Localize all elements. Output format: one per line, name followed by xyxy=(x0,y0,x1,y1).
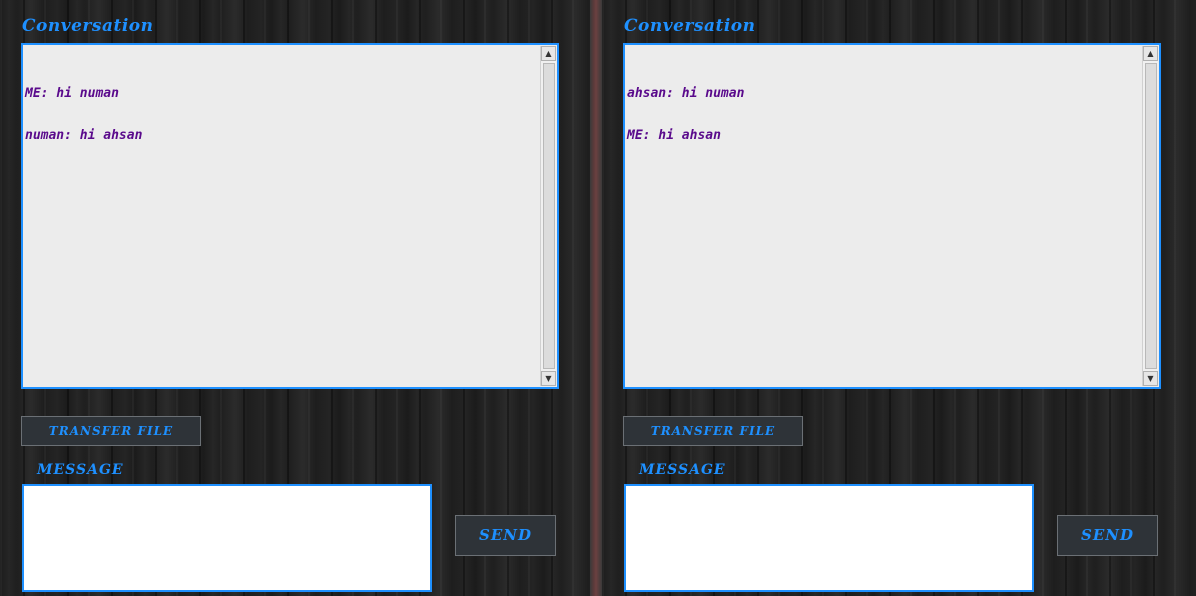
message-input[interactable] xyxy=(624,484,1034,592)
transfer-file-button[interactable]: TRANSFER FILE xyxy=(623,416,803,446)
conversation-log[interactable]: ME: hi numan numan: hi ahsan ▲ ▼ xyxy=(21,43,559,389)
message-line: numan: hi ahsan xyxy=(25,128,143,143)
transfer-file-button[interactable]: TRANSFER FILE xyxy=(21,416,201,446)
send-button[interactable]: SEND xyxy=(455,515,556,556)
chat-window-left: Conversation ME: hi numan numan: hi ahsa… xyxy=(0,0,590,596)
conversation-title: Conversation xyxy=(624,16,756,36)
conversation-log[interactable]: ahsan: hi numan ME: hi ahsan ▲ ▼ xyxy=(623,43,1161,389)
message-line: ahsan: hi numan xyxy=(627,86,745,101)
arrow-up-icon[interactable]: ▲ xyxy=(541,46,556,61)
message-label: MESSAGE xyxy=(639,462,726,478)
vertical-scrollbar[interactable]: ▲ ▼ xyxy=(1142,46,1158,386)
message-line: ME: hi numan xyxy=(25,86,119,101)
message-list: ME: hi numan numan: hi ahsan xyxy=(25,59,537,171)
message-line: ME: hi ahsan xyxy=(627,128,721,143)
arrow-down-icon[interactable]: ▼ xyxy=(1143,371,1158,386)
scroll-thumb[interactable] xyxy=(543,63,555,369)
message-list: ahsan: hi numan ME: hi ahsan xyxy=(627,59,1139,171)
message-input[interactable] xyxy=(22,484,432,592)
chat-window-right: Conversation ahsan: hi numan ME: hi ahsa… xyxy=(602,0,1196,596)
arrow-up-icon[interactable]: ▲ xyxy=(1143,46,1158,61)
arrow-down-icon[interactable]: ▼ xyxy=(541,371,556,386)
scroll-thumb[interactable] xyxy=(1145,63,1157,369)
conversation-title: Conversation xyxy=(22,16,154,36)
vertical-scrollbar[interactable]: ▲ ▼ xyxy=(540,46,556,386)
window-divider xyxy=(590,0,602,596)
message-label: MESSAGE xyxy=(37,462,124,478)
send-button[interactable]: SEND xyxy=(1057,515,1158,556)
